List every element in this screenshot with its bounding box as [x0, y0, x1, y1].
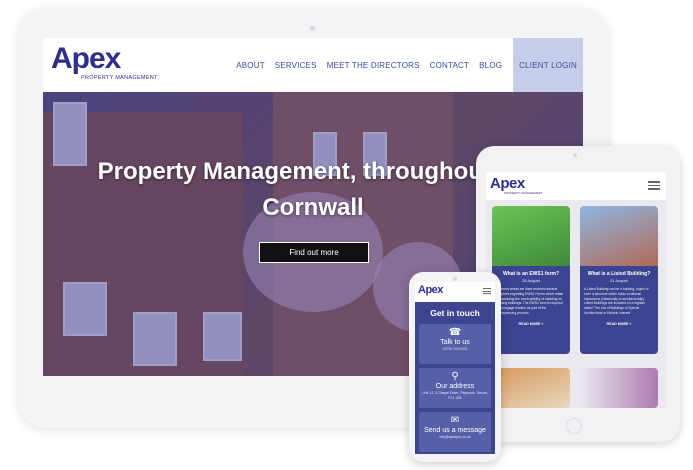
blog-card-text: In recent weeks we have received several…	[496, 287, 564, 315]
contact-block-message[interactable]: ✉ Send us a message info@apexpm.co.uk	[419, 412, 491, 452]
read-more-link[interactable]: READ MORE »	[584, 322, 654, 326]
phone-header: Apex	[415, 282, 495, 302]
blog-card[interactable]: What is a Listed Building? 21 August A L…	[580, 206, 658, 354]
phone-screen: Apex Get in touch ☎ Talk to us 01752 XXX…	[415, 282, 495, 454]
blog-card-image	[580, 206, 658, 266]
tablet-device-frame: Apex PROPERTY MANAGEMENT What is an EWS1…	[476, 146, 680, 442]
site-logo[interactable]: Apex PROPERTY MANAGEMENT	[51, 42, 158, 82]
nav-about[interactable]: ABOUT	[236, 61, 265, 70]
site-header: Apex PROPERTY MANAGEMENT ABOUT SERVICES …	[43, 38, 583, 92]
get-in-touch-title: Get in touch	[430, 308, 480, 318]
client-login-button[interactable]: CLIENT LOGIN	[513, 38, 583, 92]
contact-label: Our address	[435, 383, 475, 390]
tablet-logo[interactable]: Apex	[490, 175, 525, 192]
contact-block-phone[interactable]: ☎ Talk to us 01752 XXXXXX	[419, 324, 491, 364]
find-out-more-button[interactable]: Find out more	[259, 242, 369, 263]
blog-card-title: What is a Listed Building?	[587, 271, 651, 277]
contact-block-address[interactable]: ⚲ Our address Unit 12, 3 Chapel Drive, P…	[419, 368, 491, 408]
blog-card[interactable]: What is an EWS1 form? 28 August In recen…	[492, 206, 570, 354]
location-icon: ⚲	[451, 371, 459, 382]
contact-label: Send us a message	[424, 427, 486, 434]
nav-meet-the-directors[interactable]: MEET THE DIRECTORS	[327, 61, 420, 70]
blog-card-date: 21 August	[610, 278, 628, 283]
blog-card-title: What is an EWS1 form?	[502, 271, 560, 277]
tablet-logo-tagline: PROPERTY MANAGEMENT	[504, 191, 543, 195]
phone-device-frame: Apex Get in touch ☎ Talk to us 01752 XXX…	[409, 272, 501, 462]
hamburger-menu-icon[interactable]	[483, 288, 491, 296]
blog-card-image	[492, 206, 570, 266]
read-more-link[interactable]: READ MORE »	[496, 322, 566, 326]
blog-card-body: What is a Listed Building? 21 August A L…	[580, 266, 658, 354]
blog-card-body: What is an EWS1 form? 28 August In recen…	[492, 266, 570, 354]
logo-wordmark: Apex	[51, 42, 121, 75]
main-nav: ABOUT SERVICES MEET THE DIRECTORS CONTAC…	[231, 38, 583, 92]
device-camera	[453, 277, 457, 281]
mail-icon: ✉	[450, 415, 460, 426]
phone-icon: ☎	[448, 327, 462, 338]
contact-detail: 01752 XXXXXX	[442, 347, 468, 351]
phone-logo[interactable]: Apex	[418, 284, 443, 296]
blog-card-thumbnail[interactable]	[580, 368, 658, 408]
tablet-header: Apex PROPERTY MANAGEMENT	[486, 172, 666, 200]
blog-card-thumbnail[interactable]	[492, 368, 570, 408]
device-camera	[310, 26, 315, 31]
logo-tagline: PROPERTY MANAGEMENT	[81, 75, 158, 81]
device-camera	[573, 153, 577, 157]
home-button	[566, 418, 582, 434]
hamburger-menu-icon[interactable]	[648, 181, 660, 190]
contact-detail: info@apexpm.co.uk	[439, 435, 471, 439]
contact-detail: Unit 12, 3 Chapel Drive, Plymouth, Devon…	[422, 391, 488, 400]
blog-card-text: A Listed Building can be a building, obj…	[584, 287, 649, 315]
nav-blog[interactable]: BLOG	[479, 61, 502, 70]
contact-label: Talk to us	[440, 339, 470, 346]
blog-card-date: 28 August	[522, 278, 540, 283]
nav-services[interactable]: SERVICES	[275, 61, 317, 70]
tablet-screen: Apex PROPERTY MANAGEMENT What is an EWS1…	[486, 172, 666, 408]
nav-contact[interactable]: CONTACT	[430, 61, 469, 70]
